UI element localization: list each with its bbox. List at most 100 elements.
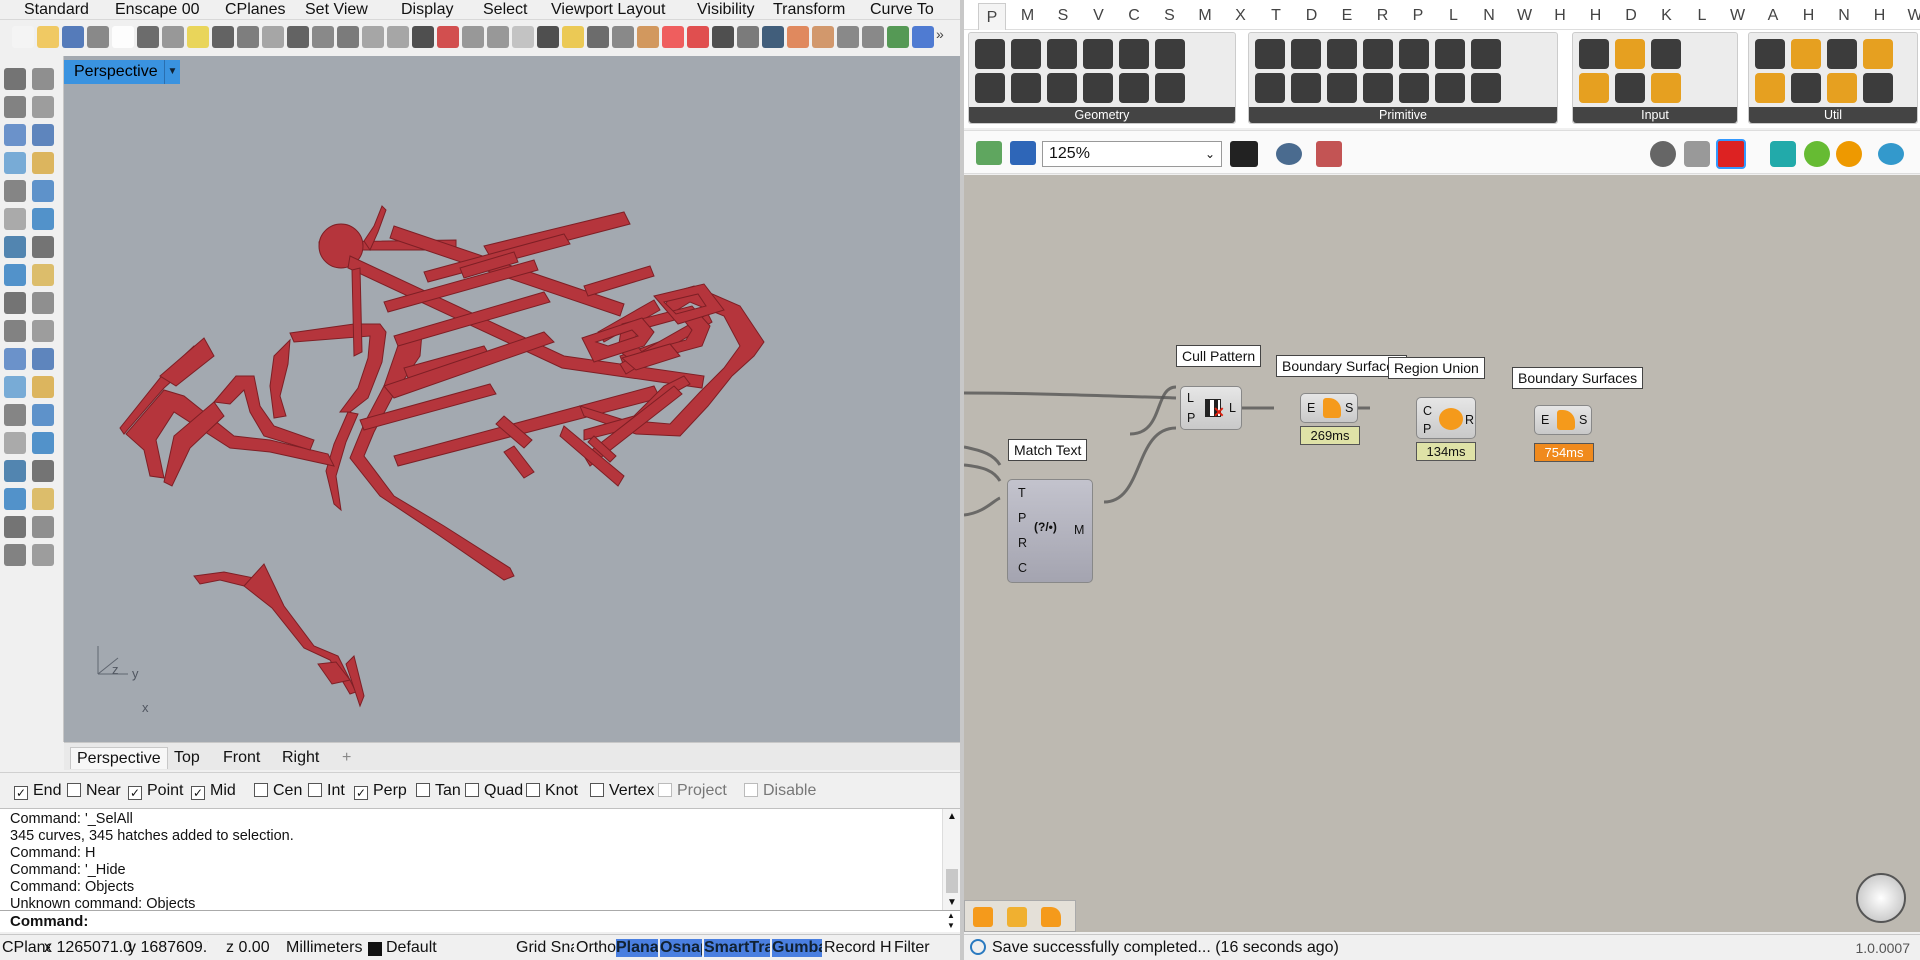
match-input-c[interactable]: C (1018, 561, 1027, 575)
match-input-r[interactable]: R (1018, 536, 1027, 550)
gh-tab-14[interactable]: N (1475, 6, 1503, 26)
toolbar-overflow-icon[interactable]: » (936, 26, 944, 42)
union-input-c[interactable]: C (1423, 404, 1432, 418)
side-tool-icon[interactable] (32, 68, 54, 90)
toolbar-icon[interactable] (587, 26, 609, 48)
preview-mode-icon[interactable] (1650, 141, 1676, 167)
sketch-icon[interactable] (1316, 141, 1342, 167)
status-toggle[interactable]: Ortho (576, 939, 616, 957)
toolbar-icon[interactable] (162, 26, 184, 48)
widget-icon[interactable] (973, 907, 993, 927)
gh-tab-15[interactable]: W (1511, 6, 1539, 26)
perspective-viewport[interactable]: Perspective ▼ z y x (64, 56, 960, 742)
component-icon[interactable] (1827, 39, 1857, 69)
component-icon[interactable] (1435, 73, 1465, 103)
match-output-m[interactable]: M (1074, 523, 1084, 537)
component-icon[interactable] (1291, 39, 1321, 69)
ribbon-group-caption[interactable]: Primitive (1249, 107, 1557, 123)
toolbar-icon[interactable] (662, 26, 684, 48)
side-tool-icon[interactable] (32, 432, 54, 454)
gh-tab-5[interactable]: S (1156, 6, 1184, 26)
toolbar-icon[interactable] (37, 26, 59, 48)
toolbar-icon[interactable] (337, 26, 359, 48)
ribbon-group-caption[interactable]: Util (1749, 107, 1917, 123)
component-icon[interactable] (1119, 39, 1149, 69)
gh-tab-17[interactable]: H (1582, 6, 1610, 26)
side-tool-icon[interactable] (32, 488, 54, 510)
side-tool-icon[interactable] (32, 320, 54, 342)
side-tool-icon[interactable] (4, 292, 26, 314)
gh-tab-4[interactable]: C (1120, 6, 1148, 26)
side-tool-icon[interactable] (32, 264, 54, 286)
osnap-cen[interactable]: Cen (254, 782, 302, 800)
tab-perspective[interactable]: Perspective (70, 747, 168, 769)
selected-icon[interactable] (1804, 141, 1830, 167)
side-tool-icon[interactable] (4, 544, 26, 566)
osnap-near[interactable]: Near (67, 782, 121, 800)
side-tool-icon[interactable] (32, 96, 54, 118)
toolbar-icon[interactable] (787, 26, 809, 48)
gh-tab-8[interactable]: T (1262, 6, 1290, 26)
component-icon[interactable] (1119, 73, 1149, 103)
union-output-r[interactable]: R (1465, 413, 1474, 427)
toolbar-icon[interactable] (812, 26, 834, 48)
side-tool-icon[interactable] (4, 208, 26, 230)
component-icon[interactable] (1651, 73, 1681, 103)
gh-tab-1[interactable]: M (1014, 6, 1042, 26)
gh-tab-26[interactable]: W (1901, 6, 1920, 26)
component-icon[interactable] (1471, 39, 1501, 69)
cull-pattern-component[interactable]: L P ✕ L (1180, 386, 1242, 430)
toolbar-icon[interactable] (512, 26, 534, 48)
toolbar-tab-7[interactable]: Visibility (697, 0, 755, 19)
osnap-vertex[interactable]: Vertex (590, 782, 654, 800)
side-tool-icon[interactable] (32, 516, 54, 538)
scroll-up-icon[interactable]: ▲ (947, 811, 957, 822)
gh-tab-0[interactable]: P (978, 3, 1006, 30)
component-icon[interactable] (1791, 39, 1821, 69)
side-tool-icon[interactable] (4, 264, 26, 286)
component-icon[interactable] (1255, 73, 1285, 103)
ribbon-group-caption[interactable]: Input (1573, 107, 1737, 123)
component-icon[interactable] (1363, 73, 1393, 103)
side-tool-icon[interactable] (4, 320, 26, 342)
component-icon[interactable] (1399, 73, 1429, 103)
component-icon[interactable] (1327, 39, 1357, 69)
side-tool-icon[interactable] (32, 348, 54, 370)
side-tool-icon[interactable] (32, 152, 54, 174)
toolbar-tab-9[interactable]: Curve To (870, 0, 934, 19)
match-input-t[interactable]: T (1018, 486, 1026, 500)
status-toggle[interactable]: Record History (824, 939, 892, 957)
osnap-int[interactable]: Int (308, 782, 345, 800)
toolbar-icon[interactable] (712, 26, 734, 48)
checkbox[interactable]: ✓ (128, 786, 142, 800)
tab-right[interactable]: Right (276, 747, 326, 769)
side-tool-icon[interactable] (4, 516, 26, 538)
side-tool-icon[interactable] (4, 152, 26, 174)
toolbar-tab-0[interactable]: Standard (24, 0, 89, 19)
cull-input-pattern[interactable]: P (1187, 411, 1195, 425)
cull-input-list[interactable]: L (1187, 391, 1194, 405)
component-icon[interactable] (1011, 39, 1041, 69)
toolbar-icon[interactable] (487, 26, 509, 48)
toolbar-icon[interactable] (637, 26, 659, 48)
component-icon[interactable] (975, 39, 1005, 69)
osnap-end[interactable]: ✓ End (14, 782, 61, 800)
checkbox[interactable] (590, 783, 604, 797)
side-tool-icon[interactable] (4, 236, 26, 258)
component-icon[interactable] (1155, 39, 1185, 69)
toolbar-tab-3[interactable]: Set View (305, 0, 368, 19)
component-icon[interactable] (1791, 73, 1821, 103)
display-sphere-icon[interactable] (1878, 143, 1904, 165)
gh-tab-3[interactable]: V (1085, 6, 1113, 26)
component-icon[interactable] (1011, 73, 1041, 103)
boundary-surfaces-component[interactable]: E S (1300, 393, 1358, 423)
toolbar-icon[interactable] (687, 26, 709, 48)
gh-tab-18[interactable]: D (1617, 6, 1645, 26)
render-icon[interactable] (1770, 141, 1796, 167)
component-icon[interactable] (1047, 73, 1077, 103)
side-tool-icon[interactable] (32, 460, 54, 482)
tab-front[interactable]: Front (217, 747, 267, 769)
component-icon[interactable] (1651, 39, 1681, 69)
checkbox[interactable] (254, 783, 268, 797)
open-file-icon[interactable] (976, 141, 1002, 165)
